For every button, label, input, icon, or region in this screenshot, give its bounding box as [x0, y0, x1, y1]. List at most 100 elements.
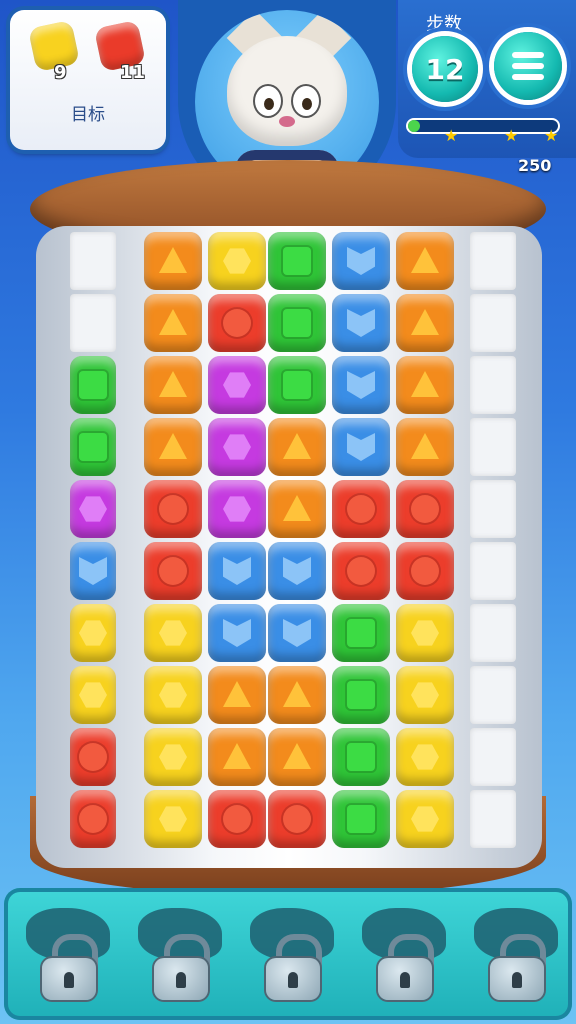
cube-green-square[interactable]	[332, 728, 390, 786]
cube-green-square[interactable]	[70, 418, 116, 476]
goal-item-red: 11	[90, 18, 150, 84]
cube-green-square[interactable]	[268, 356, 326, 414]
cube-orange-triangle[interactable]	[396, 294, 454, 352]
cube-yellow-hexagon[interactable]	[70, 604, 116, 662]
cube-green-square[interactable]	[268, 294, 326, 352]
cube-red-circle[interactable]	[268, 790, 326, 848]
cube-blue-chevron[interactable]	[208, 604, 266, 662]
collection-slot	[460, 888, 572, 1020]
mascot-head	[227, 36, 347, 146]
square-symbol-icon	[347, 743, 375, 771]
hexagon-symbol-icon	[159, 744, 187, 770]
cube-blue-chevron[interactable]	[332, 418, 390, 476]
cube-blue-chevron[interactable]	[332, 232, 390, 290]
cube-orange-triangle[interactable]	[144, 294, 202, 352]
cube-orange-triangle[interactable]	[396, 418, 454, 476]
cube-green-square[interactable]	[332, 604, 390, 662]
cube-blue-chevron[interactable]	[268, 604, 326, 662]
mascot-eye-right	[293, 86, 319, 116]
triangle-symbol-icon	[159, 247, 187, 273]
hexagon-symbol-icon	[411, 620, 439, 646]
cube-red-circle[interactable]	[208, 294, 266, 352]
cube-red-circle[interactable]	[332, 480, 390, 538]
square-symbol-icon	[79, 371, 107, 399]
cube-green-square[interactable]	[332, 666, 390, 724]
chevron-symbol-icon	[347, 371, 375, 399]
collection-slot	[12, 888, 124, 1020]
cube-red-circle[interactable]	[396, 542, 454, 600]
collection-slot	[348, 888, 460, 1020]
cube-orange-triangle[interactable]	[396, 232, 454, 290]
cube-white-none	[470, 356, 516, 414]
cube-yellow-hexagon[interactable]	[396, 666, 454, 724]
cube-orange-triangle[interactable]	[144, 418, 202, 476]
circle-symbol-icon	[347, 557, 375, 585]
hexagon-symbol-icon	[223, 496, 251, 522]
cube-orange-triangle[interactable]	[144, 356, 202, 414]
circle-symbol-icon	[223, 805, 251, 833]
cube-magenta-hexagon[interactable]	[208, 356, 266, 414]
circle-symbol-icon	[223, 309, 251, 337]
moves-counter: 12	[412, 36, 478, 102]
menu-button[interactable]	[494, 32, 562, 100]
cube-green-square[interactable]	[70, 356, 116, 414]
cube-green-square[interactable]	[268, 232, 326, 290]
cube-yellow-hexagon[interactable]	[396, 604, 454, 662]
cube-orange-triangle[interactable]	[396, 356, 454, 414]
cube-orange-triangle[interactable]	[268, 480, 326, 538]
cube-blue-chevron[interactable]	[268, 542, 326, 600]
hexagon-symbol-icon	[223, 434, 251, 460]
cube-orange-triangle[interactable]	[208, 728, 266, 786]
circle-symbol-icon	[411, 557, 439, 585]
cube-yellow-hexagon[interactable]	[144, 728, 202, 786]
cube-orange-triangle[interactable]	[208, 666, 266, 724]
cube-white-none	[470, 542, 516, 600]
cube-white-none	[470, 666, 516, 724]
cube-yellow-hexagon[interactable]	[144, 790, 202, 848]
progress-star-2: ★	[504, 126, 519, 145]
circle-symbol-icon	[159, 495, 187, 523]
square-symbol-icon	[79, 433, 107, 461]
circle-symbol-icon	[79, 743, 107, 771]
mascot-nose	[279, 116, 295, 127]
goal-label: 目标	[71, 105, 105, 125]
cube-red-circle[interactable]	[396, 480, 454, 538]
cube-white-none	[470, 294, 516, 352]
cube-red-circle[interactable]	[144, 480, 202, 538]
hexagon-symbol-icon	[79, 496, 107, 522]
cube-red-circle[interactable]	[70, 790, 116, 848]
cube-blue-chevron[interactable]	[70, 542, 116, 600]
cube-yellow-hexagon[interactable]	[396, 790, 454, 848]
cube-orange-triangle[interactable]	[144, 232, 202, 290]
cube-yellow-hexagon[interactable]	[144, 604, 202, 662]
score-progress-bar	[408, 120, 558, 132]
hexagon-symbol-icon	[159, 620, 187, 646]
cube-orange-triangle[interactable]	[268, 728, 326, 786]
cube-blue-chevron[interactable]	[332, 294, 390, 352]
cube-magenta-hexagon[interactable]	[208, 418, 266, 476]
circle-symbol-icon	[347, 495, 375, 523]
cube-blue-chevron[interactable]	[332, 356, 390, 414]
cube-white-none	[470, 604, 516, 662]
cube-red-circle[interactable]	[144, 542, 202, 600]
cube-yellow-hexagon[interactable]	[208, 232, 266, 290]
cube-red-circle[interactable]	[208, 790, 266, 848]
cube-green-square[interactable]	[332, 790, 390, 848]
cube-red-circle[interactable]	[70, 728, 116, 786]
hexagon-symbol-icon	[411, 744, 439, 770]
goal-count-red: 11	[120, 62, 146, 83]
cube-blue-chevron[interactable]	[208, 542, 266, 600]
cube-red-circle[interactable]	[332, 542, 390, 600]
cube-magenta-hexagon[interactable]	[208, 480, 266, 538]
goal-item-yellow: 9	[24, 18, 84, 84]
square-symbol-icon	[347, 681, 375, 709]
goal-panel: 9 11 目标	[10, 10, 166, 150]
square-symbol-icon	[283, 309, 311, 337]
cube-magenta-hexagon[interactable]	[70, 480, 116, 538]
cube-orange-triangle[interactable]	[268, 418, 326, 476]
cube-orange-triangle[interactable]	[268, 666, 326, 724]
cube-yellow-hexagon[interactable]	[144, 666, 202, 724]
cube-yellow-hexagon[interactable]	[70, 666, 116, 724]
square-symbol-icon	[347, 619, 375, 647]
cube-yellow-hexagon[interactable]	[396, 728, 454, 786]
